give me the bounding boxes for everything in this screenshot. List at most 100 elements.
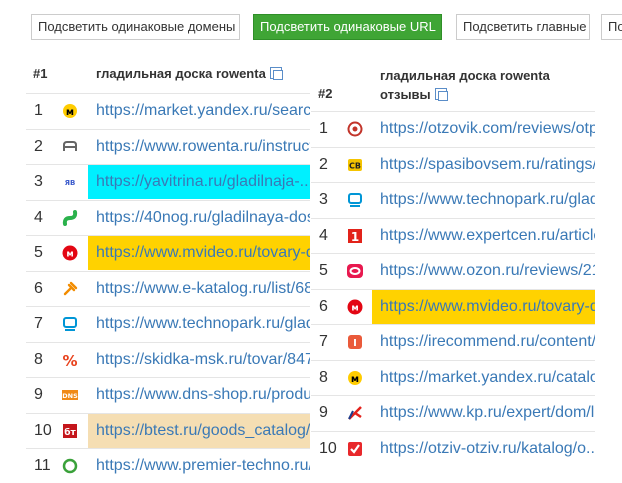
btest-icon: бт <box>62 423 78 439</box>
result-url-link[interactable]: https://irecommend.ru/content/ot... <box>372 325 595 359</box>
svg-text:м: м <box>351 374 359 385</box>
row-number: 11 <box>34 457 51 474</box>
row-number: 7 <box>34 315 43 332</box>
result-url-link[interactable]: https://market.yandex.ru/search?... <box>88 94 310 128</box>
copy-icon[interactable] <box>434 88 448 101</box>
svg-text:%: % <box>62 352 77 368</box>
row-number: 9 <box>319 404 328 421</box>
row-number: 4 <box>319 226 328 244</box>
table2-query-header: гладильная доска rowenta отзывы <box>380 66 550 104</box>
result-url-link[interactable]: https://skidka-msk.ru/tovar/8475... <box>88 343 310 377</box>
result-url-link[interactable]: https://www.rowenta.ru/instructi... <box>88 130 310 164</box>
svg-text:бт: бт <box>64 427 76 438</box>
result-url-link[interactable]: https://www.kp.ru/expert/dom/luc... <box>372 396 595 430</box>
table-row: 5 https://www.ozon.ru/reviews/2175... <box>311 253 595 288</box>
mvideo-icon: м <box>62 245 78 261</box>
svg-text:DNS: DNS <box>62 392 78 400</box>
rowenta-icon <box>62 139 78 155</box>
table-row: 9 https://www.kp.ru/expert/dom/luc... <box>311 395 595 430</box>
svg-text:м: м <box>66 250 73 260</box>
result-url-link[interactable]: https://www.premier-techno.ru/ca... <box>88 449 310 483</box>
table-row: 6 https://www.e-katalog.ru/list/68... <box>26 270 310 306</box>
result-url-link[interactable]: https://otziv-otziv.ru/katalog/o... <box>372 432 595 466</box>
result-url-link[interactable]: https://www.ozon.ru/reviews/2175... <box>372 254 595 288</box>
row-number: 4 <box>34 208 43 226</box>
highlight-same-urls-button[interactable]: Подсветить одинаковые URL <box>253 14 442 40</box>
row-number: 10 <box>34 421 52 439</box>
result-url-link[interactable]: https://www.expertcen.ru/article... <box>372 219 595 253</box>
ozon-icon <box>347 263 363 279</box>
result-url-link[interactable]: https://spasibovsem.ru/ratings/t... <box>372 148 595 182</box>
irecommend-icon: I <box>347 334 363 350</box>
table-row: 1 https://otzovik.com/reviews/otpa... <box>311 111 595 146</box>
table-row: 6 м https://www.mvideo.ru/tovary-dly... <box>311 288 595 324</box>
highlight-same-domains-button[interactable]: Подсветить одинаковые домены <box>31 14 240 40</box>
svg-text:м: м <box>66 107 74 118</box>
table1-num-header: #1 <box>33 66 48 81</box>
table-row: 7 https://www.technopark.ru/gladil... <box>26 306 310 341</box>
row-number: 3 <box>34 173 43 190</box>
row-number: 2 <box>319 155 328 173</box>
table-row: 4 1 https://www.expertcen.ru/article... <box>311 217 595 253</box>
table-row: 8% https://skidka-msk.ru/tovar/8475... <box>26 341 310 377</box>
result-url-link[interactable]: https://www.technopark.ru/gladil... <box>88 307 310 341</box>
yandex-market-icon: м <box>347 370 363 386</box>
table2-num-header: #2 <box>318 86 333 101</box>
table-row: 1 м https://market.yandex.ru/search?... <box>26 93 310 128</box>
svg-text:1: 1 <box>351 230 359 244</box>
result-url-link[interactable]: https://btest.ru/goods_catalog/b... <box>88 413 310 448</box>
table1-query-text: гладильная доска rowenta <box>96 66 266 81</box>
result-url-link[interactable]: https://40nog.ru/gladilnaya-dosk... <box>88 201 310 235</box>
row-number: 1 <box>319 120 328 137</box>
table-row: 3 ЯВ https://yavitrina.ru/gladilnaja-... <box>26 164 310 199</box>
40nog-icon <box>62 209 78 226</box>
spasibovsem-icon: CB <box>347 157 363 173</box>
svg-text:I: I <box>353 338 357 349</box>
highlight-main-button[interactable]: Подсветить главные <box>456 14 590 40</box>
result-url-link[interactable]: https://www.e-katalog.ru/list/68... <box>88 272 310 306</box>
table-row: 7 Ihttps://irecommend.ru/content/ot... <box>311 324 595 359</box>
svg-text:ЯВ: ЯВ <box>65 179 76 187</box>
result-url-link[interactable]: https://www.dns-shop.ru/product/... <box>88 378 310 412</box>
kp-icon <box>347 405 363 421</box>
expertcen-icon: 1 <box>347 228 363 244</box>
row-number: 9 <box>34 386 43 403</box>
premier-icon <box>62 458 78 474</box>
table1-query-header: гладильная доска rowenta <box>96 66 283 81</box>
table-row: 10 https://otziv-otziv.ru/katalog/o... <box>311 430 595 466</box>
otzovik-icon <box>347 121 363 137</box>
row-number: 6 <box>34 279 43 297</box>
technopark-icon <box>347 192 363 208</box>
percent-icon: % <box>62 352 78 370</box>
result-url-link[interactable]: https://www.technopark.ru/gladil... <box>372 183 595 217</box>
table-row: 10 бт https://btest.ru/goods_catalog/b... <box>26 412 310 448</box>
row-number: 6 <box>319 297 328 315</box>
table-row: 3 https://www.technopark.ru/gladil... <box>311 182 595 217</box>
row-number: 8 <box>34 350 43 368</box>
copy-icon[interactable] <box>269 67 283 80</box>
result-url-link[interactable]: https://otzovik.com/reviews/otpa... <box>372 112 595 146</box>
table-row: 8 м https://market.yandex.ru/catalog... <box>311 359 595 395</box>
result-url-link[interactable]: https://www.mvideo.ru/tovary-dly... <box>88 236 310 270</box>
yavitrina-icon: ЯВ <box>62 174 78 190</box>
technopark-icon <box>62 316 78 332</box>
table-row: 4 https://40nog.ru/gladilnaya-dosk... <box>26 199 310 235</box>
result-url-link[interactable]: https://yavitrina.ru/gladilnaja-... <box>88 165 310 199</box>
svg-text:м: м <box>351 303 358 313</box>
row-number: 3 <box>319 191 328 208</box>
svg-text:CB: CB <box>349 161 361 170</box>
result-url-link[interactable]: https://market.yandex.ru/catalog... <box>372 361 595 395</box>
row-number: 1 <box>34 102 43 119</box>
table-row: 2 https://www.rowenta.ru/instructi... <box>26 128 310 164</box>
ekatalog-icon <box>62 281 78 297</box>
result-url-link[interactable]: https://www.mvideo.ru/tovary-dly... <box>372 289 595 324</box>
row-number: 7 <box>319 333 328 350</box>
row-number: 5 <box>319 262 328 279</box>
row-number: 10 <box>319 439 337 457</box>
table-row: 2 CB https://spasibovsem.ru/ratings/t... <box>311 146 595 182</box>
row-number: 5 <box>34 244 43 261</box>
mvideo-icon: м <box>347 299 363 315</box>
more-button[interactable]: По <box>601 14 622 40</box>
row-number: 8 <box>319 368 328 386</box>
yandex-market-icon: м <box>62 103 78 119</box>
